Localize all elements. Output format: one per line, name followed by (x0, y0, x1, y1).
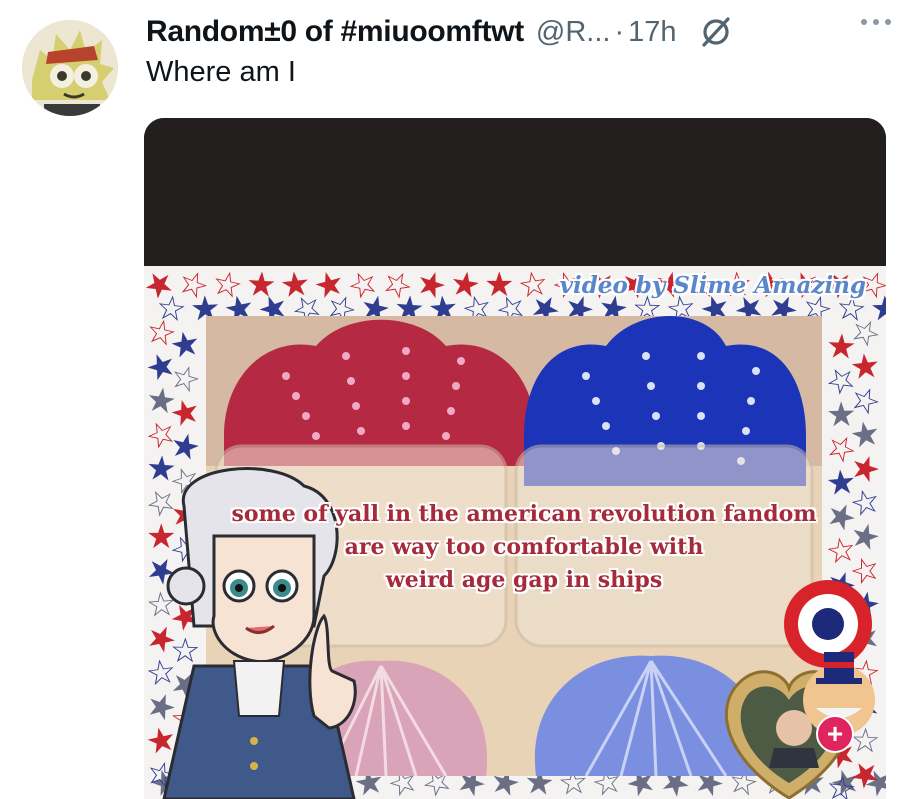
caption-line-1: some of yall in the american revolution … (231, 501, 817, 527)
video-letterbox (144, 118, 886, 266)
video-caption: some of yall in the american revolution … (204, 498, 844, 597)
timestamp[interactable]: 17h (628, 16, 676, 49)
more-icon[interactable] (856, 10, 896, 34)
user-handle[interactable]: @R... (536, 16, 611, 49)
media-video[interactable]: ★☆★☆★★☆★☆★★☆★☆★★☆★☆★★☆★☆★★☆★☆★★☆★☆★★☆★☆★… (144, 118, 886, 799)
separator-dot: · (614, 15, 625, 48)
avatar-image (22, 20, 118, 116)
plus-icon[interactable]: + (816, 715, 854, 753)
caption-line-2: are way too comfortable with (344, 534, 704, 560)
display-name[interactable]: Random±0 of #miuoomftwt (146, 15, 524, 49)
grok-icon[interactable] (699, 15, 733, 49)
avatar[interactable] (22, 20, 118, 116)
tweet-text: Where am I (146, 56, 296, 88)
tweet-header: Random±0 of #miuoomftwt @R... · 17h (146, 12, 870, 52)
video-watermark: video by Slime Amazing (559, 272, 866, 299)
caption-line-3: weird age gap in ships (385, 567, 663, 593)
